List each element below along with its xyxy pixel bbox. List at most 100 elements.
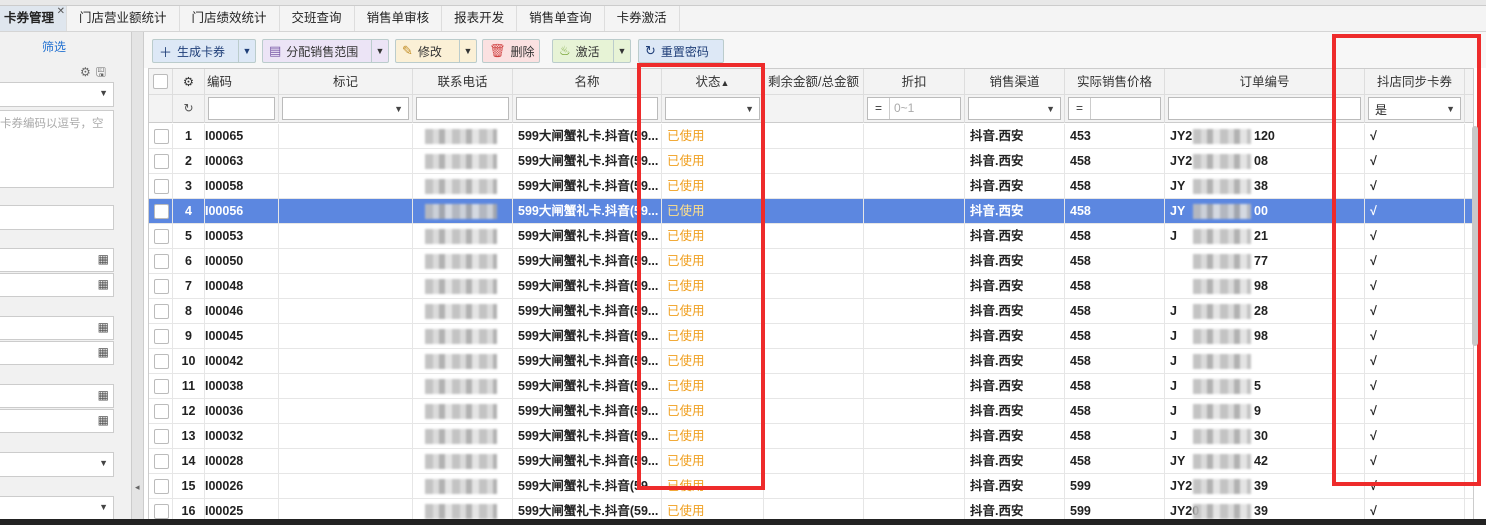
order-filter-input[interactable] (1168, 97, 1361, 120)
table-row[interactable]: 13 I00032 599大闸蟹礼卡.抖音(59... 已使用 抖音.西安 458 J 30 √ (149, 424, 1473, 449)
calendar-icon[interactable]: ▦ (98, 252, 109, 266)
code-filter-input[interactable] (208, 97, 275, 120)
table-row[interactable]: 4 I00056 599大闸蟹礼卡.抖音(59... 已使用 抖音.西安 458 JY 00 √ (149, 199, 1473, 224)
filter-select-3[interactable]: ▼ (0, 496, 114, 521)
status-filter-select[interactable]: ▼ (665, 97, 760, 120)
collapse-icon[interactable]: ◂ (135, 482, 140, 493)
chevron-down-icon[interactable]: ▼ (238, 40, 255, 62)
tab-sales-query[interactable]: 销售单查询 (517, 6, 605, 31)
calendar-icon[interactable]: ▦ (98, 277, 109, 291)
table-row[interactable]: 12 I00036 599大闸蟹礼卡.抖音(59... 已使用 抖音.西安 458 J 9 √ (149, 399, 1473, 424)
row-checkbox[interactable] (154, 129, 169, 144)
row-checkbox[interactable] (154, 279, 169, 294)
name-filter-input[interactable] (516, 97, 658, 120)
calendar-icon[interactable]: ▦ (98, 320, 109, 334)
date-start-1[interactable]: ▦ (0, 248, 114, 272)
discount-filter-input[interactable]: = 0~1 (867, 97, 961, 120)
calendar-icon[interactable]: ▦ (98, 413, 109, 427)
col-discount[interactable]: 折扣 (864, 69, 965, 95)
code-textarea[interactable]: 卡券编码以逗号，空 (0, 110, 114, 188)
tab-shift-query[interactable]: 交班查询 (280, 6, 355, 31)
gear-icon[interactable]: ⚙ (80, 65, 96, 79)
redacted-order (1193, 229, 1251, 244)
gear-icon[interactable]: ⚙ (173, 69, 205, 95)
generate-card-button[interactable]: ＋生成卡券 ▼ (152, 39, 256, 63)
sync-filter-select[interactable]: 是 ▼ (1368, 97, 1461, 120)
assign-range-button[interactable]: ▤ 分配销售范围 ▼ (262, 39, 389, 63)
row-checkbox[interactable] (154, 229, 169, 244)
tab-card-activation[interactable]: 卡券激活 (605, 6, 680, 31)
chevron-down-icon[interactable]: ▼ (613, 40, 630, 62)
row-checkbox[interactable] (154, 354, 169, 369)
table-row[interactable]: 10 I00042 599大闸蟹礼卡.抖音(59... 已使用 抖音.西安 458 J √ (149, 349, 1473, 374)
col-mark[interactable]: 标记 (279, 69, 413, 95)
price-filter-input[interactable]: = (1068, 97, 1161, 120)
col-channel[interactable]: 销售渠道 (965, 69, 1065, 95)
edit-button[interactable]: ✎ 修改 ▼ (395, 39, 477, 63)
row-checkbox[interactable] (154, 254, 169, 269)
date-end-1[interactable]: ▦ (0, 273, 114, 297)
row-checkbox[interactable] (154, 479, 169, 494)
col-status[interactable]: 状态▲ (662, 69, 764, 95)
reset-password-button[interactable]: ↻ 重置密码 (638, 39, 724, 63)
table-row[interactable]: 11 I00038 599大闸蟹礼卡.抖音(59... 已使用 抖音.西安 458 J 5 √ (149, 374, 1473, 399)
calendar-icon[interactable]: ▦ (98, 345, 109, 359)
save-icon[interactable]: 🖫 (96, 65, 111, 79)
tab-store-performance[interactable]: 门店绩效统计 (180, 6, 280, 31)
row-checkbox[interactable] (154, 379, 169, 394)
phone-filter-input[interactable] (416, 97, 509, 120)
col-code[interactable]: 编码 (205, 69, 279, 95)
table-row[interactable]: 2 I00063 599大闸蟹礼卡.抖音(59... 已使用 抖音.西安 458 JY2 08… (149, 149, 1473, 174)
row-checkbox[interactable] (154, 329, 169, 344)
tab-report-dev[interactable]: 报表开发 (442, 6, 518, 31)
table-row[interactable]: 6 I00050 599大闸蟹礼卡.抖音(59... 已使用 抖音.西安 458 77 √ (149, 249, 1473, 274)
chevron-down-icon[interactable]: ▼ (371, 40, 388, 62)
cell-balance (764, 299, 864, 324)
row-checkbox[interactable] (154, 179, 169, 194)
mark-filter-select[interactable]: ▼ (282, 97, 409, 120)
row-checkbox[interactable] (154, 429, 169, 444)
row-checkbox[interactable] (154, 504, 169, 519)
col-phone[interactable]: 联系电话 (413, 69, 513, 95)
col-price[interactable]: 实际销售价格 (1065, 69, 1165, 95)
filter-select-1[interactable]: ▼ (0, 82, 114, 107)
refresh-icon[interactable]: ↻ (173, 95, 205, 123)
table-row[interactable]: 3 I00058 599大闸蟹礼卡.抖音(59... 已使用 抖音.西安 458 JY 38 √ (149, 174, 1473, 199)
col-name[interactable]: 名称 (513, 69, 662, 95)
date-end-2[interactable]: ▦ (0, 341, 114, 365)
filter-select-2[interactable]: ▼ (0, 452, 114, 477)
channel-filter-select[interactable]: ▼ (968, 97, 1061, 120)
activate-button[interactable]: ♨ 激活 ▼ (552, 39, 631, 63)
table-row[interactable]: 9 I00045 599大闸蟹礼卡.抖音(59... 已使用 抖音.西安 458 J 98 √ (149, 324, 1473, 349)
col-balance[interactable]: 剩余金额/总金额 (764, 69, 864, 95)
tab-sales-review[interactable]: 销售单审核 (355, 6, 443, 31)
cell-order: JY 00 (1165, 199, 1365, 224)
col-sync[interactable]: 抖店同步卡券 (1365, 69, 1465, 95)
date-end-3[interactable]: ▦ (0, 409, 114, 433)
close-icon[interactable]: ✕ (57, 0, 65, 24)
sidebar-splitter[interactable]: ◂ (132, 32, 144, 525)
row-checkbox[interactable] (154, 204, 169, 219)
table-row[interactable]: 15 I00026 599大闸蟹礼卡.抖音(59... 已使用 抖音.西安 599 JY2 3… (149, 474, 1473, 499)
table-row[interactable]: 5 I00053 599大闸蟹礼卡.抖音(59... 已使用 抖音.西安 458 J 21 √ (149, 224, 1473, 249)
chevron-down-icon[interactable]: ▼ (459, 40, 476, 62)
filter-label[interactable]: 筛选 (42, 38, 66, 55)
col-order[interactable]: 订单编号 (1165, 69, 1365, 95)
table-row[interactable]: 7 I00048 599大闸蟹礼卡.抖音(59... 已使用 抖音.西安 458 98 √ (149, 274, 1473, 299)
tab-card-management[interactable]: 卡券管理 ✕ (0, 6, 68, 31)
date-start-3[interactable]: ▦ (0, 384, 114, 408)
row-checkbox[interactable] (154, 154, 169, 169)
filter-input-2[interactable] (0, 205, 114, 230)
date-start-2[interactable]: ▦ (0, 316, 114, 340)
calendar-icon[interactable]: ▦ (98, 388, 109, 402)
vertical-scrollbar[interactable] (1472, 126, 1478, 346)
row-checkbox[interactable] (154, 454, 169, 469)
select-all-checkbox[interactable] (149, 69, 173, 95)
table-row[interactable]: 14 I00028 599大闸蟹礼卡.抖音(59... 已使用 抖音.西安 458 JY 42… (149, 449, 1473, 474)
tab-store-revenue[interactable]: 门店营业额统计 (67, 6, 180, 31)
delete-button[interactable]: 🗑 删除 (482, 39, 540, 63)
row-checkbox[interactable] (154, 304, 169, 319)
table-row[interactable]: 8 I00046 599大闸蟹礼卡.抖音(59... 已使用 抖音.西安 458 J 28 √ (149, 299, 1473, 324)
table-row[interactable]: 1 I00065 599大闸蟹礼卡.抖音(59... 已使用 抖音.西安 453 JY2 12… (149, 124, 1473, 149)
row-checkbox[interactable] (154, 404, 169, 419)
